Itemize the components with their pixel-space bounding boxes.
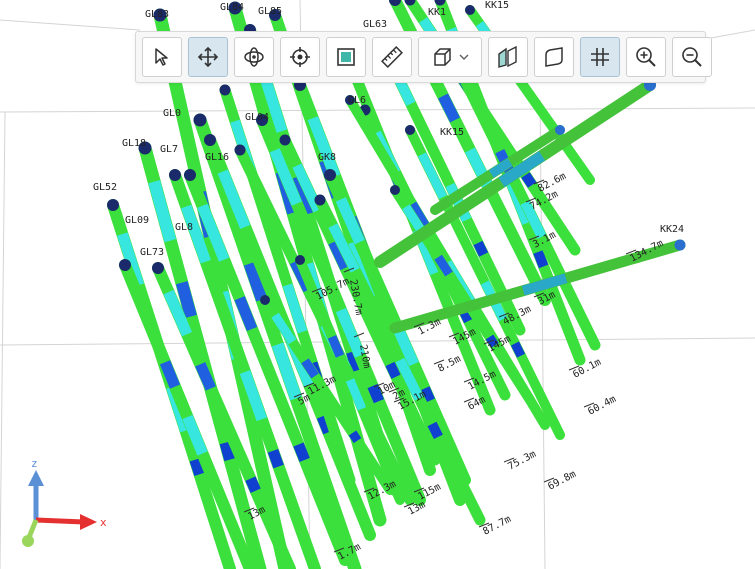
viewer-toolbar — [135, 31, 712, 83]
hole-label: GL0 — [163, 108, 181, 119]
assay-interval — [348, 430, 362, 444]
assay-interval — [189, 458, 205, 477]
collar-marker — [119, 259, 131, 271]
assay-interval — [533, 250, 549, 269]
zoom-out-button[interactable] — [672, 37, 712, 77]
hole-label: GL18 — [122, 138, 146, 149]
assay-interval — [521, 172, 537, 188]
view-cube-dropdown[interactable] — [418, 37, 482, 77]
depth-label: 75.3m — [506, 449, 538, 473]
hole-label: GL7 — [160, 144, 178, 155]
collar-marker — [219, 84, 231, 96]
assay-interval — [427, 421, 443, 440]
fit-view-button[interactable] — [326, 37, 366, 77]
collar-marker — [193, 113, 207, 127]
x-axis — [35, 517, 85, 525]
hole-label: GL04 — [245, 112, 269, 123]
hole-label: KK15 — [440, 127, 464, 138]
crosshair-icon — [290, 47, 310, 67]
zoom-in-icon — [636, 47, 656, 67]
hole-label: KK24 — [660, 224, 684, 235]
grid-line — [539, 99, 546, 569]
pan-button[interactable] — [188, 37, 228, 77]
cursor-arrow-icon — [155, 48, 168, 66]
depth-label: 69.8m — [546, 469, 578, 493]
assay-interval — [267, 448, 284, 469]
collar-marker — [260, 295, 270, 305]
zoom-in-button[interactable] — [626, 37, 666, 77]
assay-interval — [293, 442, 310, 462]
hole-label: GL73 — [140, 247, 164, 258]
x-axis-arrow — [80, 514, 97, 530]
collar-marker — [405, 125, 415, 135]
collar-marker — [295, 255, 305, 265]
drillholes — [107, 0, 686, 569]
z-axis-arrow — [28, 470, 44, 486]
depth-label: 8.5m — [436, 354, 462, 375]
chevron-down-icon — [459, 54, 469, 61]
3d-viewport[interactable]: GL83 GL84 GL85 GL63 KK1 KK15 GL0 GL04 GL18 GL7 GL1… — [0, 0, 755, 569]
measure-button[interactable] — [372, 37, 412, 77]
hole-label: GL16 — [205, 152, 229, 163]
grid-icon — [591, 48, 609, 66]
orbit-button[interactable] — [234, 37, 274, 77]
collar-marker — [184, 169, 196, 181]
collar-marker — [674, 239, 686, 251]
grid-line — [0, 111, 6, 569]
fit-frame-icon — [337, 48, 355, 66]
depth-label: 87.7m — [481, 514, 513, 538]
zoom-out-icon — [682, 47, 702, 67]
assay-interval — [234, 296, 258, 332]
collar-marker — [204, 134, 216, 146]
assay-interval — [438, 93, 460, 123]
collar-marker — [324, 169, 336, 181]
section-box-button[interactable] — [534, 37, 574, 77]
assay-interval — [148, 180, 177, 243]
axes-gizmo: z x — [22, 457, 107, 547]
collar-marker — [107, 199, 119, 211]
collar-marker — [314, 194, 326, 206]
hole-label: GL6 — [348, 95, 366, 106]
grid-line — [0, 107, 755, 113]
grid-line — [0, 19, 141, 31]
hole-label: GK8 — [318, 152, 336, 163]
collar-marker — [234, 144, 246, 156]
assay-interval — [385, 361, 401, 379]
collar-marker — [152, 262, 164, 274]
collar-marker — [169, 169, 181, 181]
collar-marker — [555, 125, 565, 135]
grid-toggle-button[interactable] — [580, 37, 620, 77]
section-plane-button[interactable] — [488, 37, 528, 77]
hole-label: GL84 — [220, 2, 244, 13]
assay-interval — [473, 240, 489, 257]
hole-label: GL8 — [175, 222, 193, 233]
hole-label: GL52 — [93, 182, 117, 193]
move-arrows-icon — [197, 46, 219, 68]
target-button[interactable] — [280, 37, 320, 77]
hole-label: KK15 — [485, 0, 509, 11]
hole-label: GL63 — [363, 19, 387, 30]
collar-marker — [279, 134, 291, 146]
hole-label: GL85 — [258, 6, 282, 17]
hole-label: KK1 — [428, 7, 446, 18]
assay-interval — [245, 476, 261, 493]
section-plane-icon — [498, 45, 517, 68]
hole-label: GL83 — [145, 9, 169, 20]
collar-marker — [390, 185, 400, 195]
orbit-icon — [244, 47, 264, 67]
x-axis-label: x — [100, 516, 107, 529]
collar-marker — [465, 5, 475, 15]
hole-label: GL09 — [125, 215, 149, 226]
ruler-icon — [381, 46, 403, 68]
y-axis-arrow — [22, 535, 34, 547]
section-outline-icon — [545, 47, 563, 67]
assay-interval — [510, 341, 526, 358]
depth-label: 60.4m — [586, 394, 618, 418]
select-button[interactable] — [142, 37, 182, 77]
z-axis-label: z — [31, 457, 38, 470]
cube-icon — [434, 48, 451, 66]
